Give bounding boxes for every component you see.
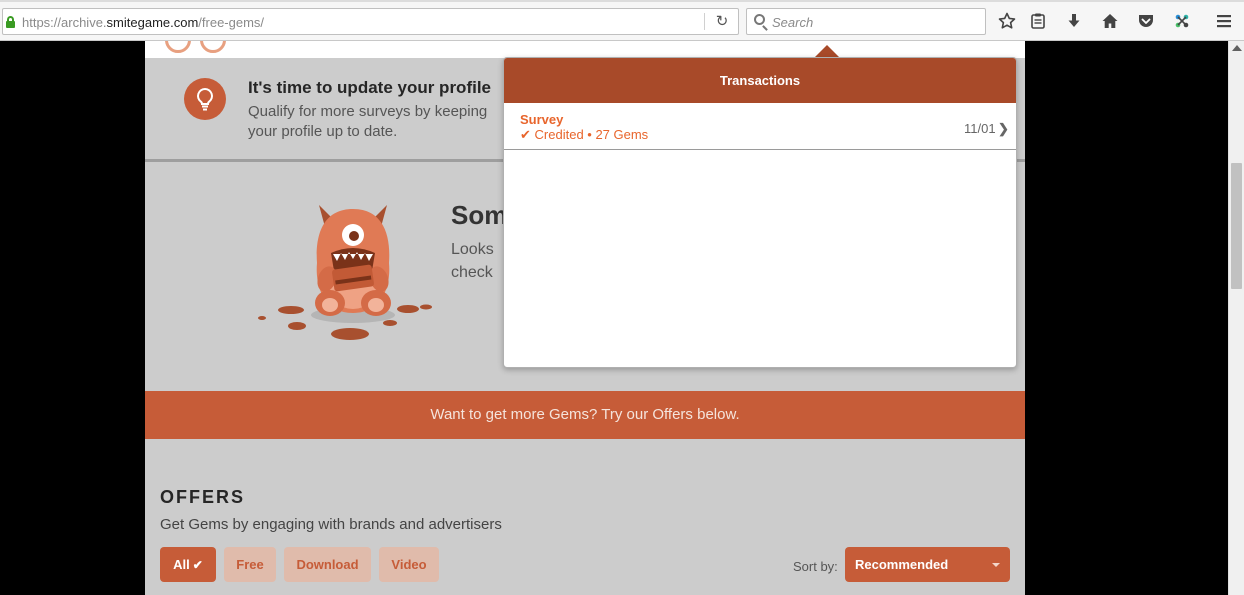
page-scrollbar[interactable] — [1228, 41, 1244, 595]
transaction-row[interactable]: Survey ✔ Credited • 27 Gems 11/01 ❯ — [504, 103, 1016, 150]
search-bar[interactable] — [746, 8, 986, 35]
search-input[interactable] — [772, 12, 972, 32]
pocket-icon[interactable] — [1134, 9, 1158, 33]
offers-section: OFFERS Get Gems by engaging with brands … — [145, 439, 1025, 595]
filter-video-button[interactable]: Video — [379, 547, 439, 582]
filter-label: All — [173, 557, 190, 572]
url-bar[interactable]: https://archive.smitegame.com/free-gems/… — [2, 8, 739, 35]
url-text[interactable]: https://archive.smitegame.com/free-gems/ — [22, 15, 264, 30]
filter-download-button[interactable]: Download — [284, 547, 371, 582]
sort-value: Recommended — [855, 557, 949, 572]
notice-text-line: check — [451, 264, 493, 281]
browser-toolbar: https://archive.smitegame.com/free-gems/… — [0, 0, 1244, 41]
url-host: smitegame.com — [106, 15, 199, 30]
url-prefix: https://archive. — [22, 15, 107, 30]
filter-label: Video — [391, 557, 427, 572]
download-icon[interactable] — [1062, 9, 1086, 33]
reload-icon[interactable]: ↻ — [711, 11, 733, 33]
chevron-down-icon — [992, 563, 1000, 567]
notice-text: Looks check — [451, 238, 511, 284]
transactions-header: Transactions — [504, 58, 1016, 103]
filter-all-button[interactable]: All ✔ — [160, 547, 216, 582]
filter-label: Free — [236, 557, 264, 572]
url-path: /free-gems/ — [198, 15, 265, 30]
header-logo-fragment — [200, 41, 226, 53]
menu-icon[interactable] — [1212, 9, 1236, 33]
checkmark-icon: ✔ — [192, 557, 203, 572]
home-icon[interactable] — [1098, 9, 1122, 33]
profile-reminder-title: It's time to update your profile — [248, 78, 492, 97]
checkmark-icon: ✔ — [520, 127, 531, 142]
reader-icon[interactable] — [1026, 9, 1050, 33]
popup-pointer — [815, 45, 839, 57]
transaction-status: ✔ Credited • 27 Gems — [520, 127, 648, 143]
sort-label: Sort by: — [793, 559, 838, 574]
scroll-up-arrow-icon[interactable] — [1232, 45, 1242, 51]
url-divider — [704, 13, 705, 30]
transactions-popup: Transactions Survey ✔ Credited • 27 Gems… — [503, 57, 1017, 368]
monster-illustration — [258, 205, 432, 340]
offers-subtitle: Get Gems by engaging with brands and adv… — [160, 516, 502, 533]
tab-strip-edge — [0, 0, 1244, 2]
sort-dropdown[interactable]: Recommended — [845, 547, 1010, 582]
header-remnant — [145, 41, 1025, 58]
notice-text-line: Looks — [451, 241, 494, 258]
offers-cta-banner: Want to get more Gems? Try our Offers be… — [145, 391, 1025, 439]
filter-free-button[interactable]: Free — [224, 547, 276, 582]
scroll-thumb[interactable] — [1231, 163, 1242, 289]
profile-reminder-text: Qualify for more surveys by keeping your… — [248, 103, 488, 140]
transaction-type: Survey — [520, 112, 564, 127]
transaction-date: 11/01 — [964, 121, 996, 136]
star-icon[interactable] — [995, 9, 1019, 33]
filter-label: Download — [296, 557, 359, 572]
header-logo-fragment — [165, 41, 191, 53]
lightbulb-icon — [184, 78, 226, 120]
search-icon — [754, 14, 765, 25]
chevron-right-icon: ❯ — [998, 121, 1009, 136]
notice-title: Som — [451, 200, 508, 230]
extension-icon[interactable] — [1170, 9, 1194, 33]
transaction-status-text: Credited • 27 Gems — [534, 127, 649, 142]
offers-title: OFFERS — [160, 487, 246, 507]
lock-icon — [6, 16, 15, 28]
